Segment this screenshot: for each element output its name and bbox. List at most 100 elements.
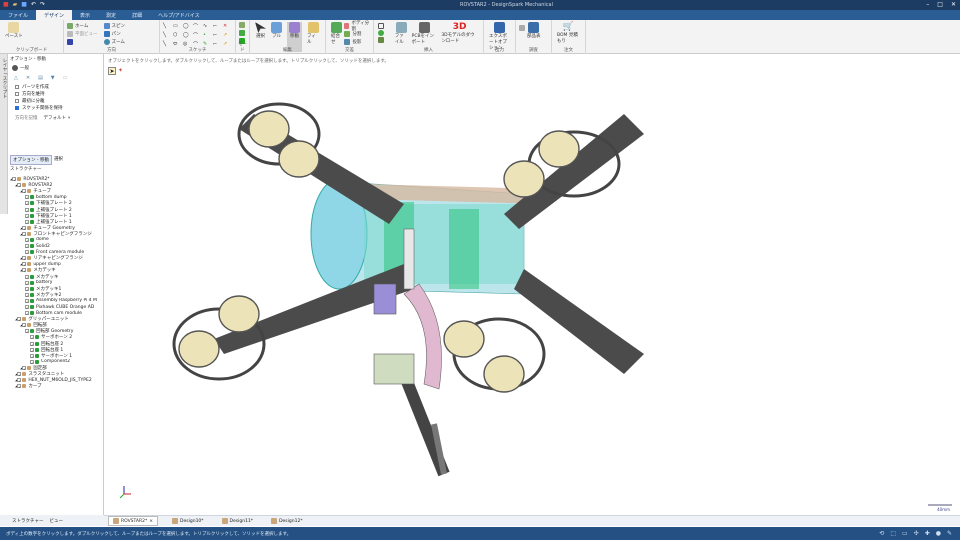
tab-help[interactable]: ヘルプ/アドバイス (150, 10, 208, 20)
visibility-checkbox[interactable]: ✓ (17, 378, 22, 383)
tab-design[interactable]: デザイン (36, 10, 73, 20)
visibility-checkbox[interactable]: ✓ (30, 347, 34, 353)
point-tool-icon[interactable]: • (203, 32, 211, 39)
home-button[interactable]: ホーム (67, 22, 98, 30)
ruler-icon[interactable]: ▤ (38, 75, 43, 81)
redo-icon[interactable]: ↷ (40, 1, 45, 8)
rectangle-tool-icon[interactable]: ▭ (173, 23, 181, 30)
anchor-icon[interactable]: △ (14, 75, 18, 81)
visibility-checkbox[interactable]: ✓ (25, 250, 29, 255)
visibility-checkbox[interactable]: ✓ (25, 329, 29, 334)
polygon-tool-icon[interactable]: ⬡ (173, 32, 181, 39)
axis-icon[interactable] (378, 30, 384, 36)
view-cube-button[interactable] (67, 38, 98, 46)
close-tab-icon[interactable]: × (149, 519, 153, 524)
visibility-checkbox[interactable]: ✓ (22, 365, 27, 371)
visibility-checkbox[interactable]: ✓ (22, 323, 27, 328)
visibility-checkbox[interactable]: ✓ (25, 201, 29, 206)
maintain-orientation-checkbox[interactable]: 方向を維持 (15, 90, 63, 97)
split-body-button[interactable]: ボディ分割 (344, 21, 370, 32)
visibility-checkbox[interactable]: ✓ (25, 195, 29, 200)
tab-display[interactable]: 表示 (72, 10, 98, 20)
visibility-checkbox[interactable]: ✓ (12, 177, 17, 182)
circle-tool-icon[interactable]: ◯ (183, 23, 191, 30)
visibility-checkbox[interactable]: ✓ (25, 244, 29, 249)
visibility-checkbox[interactable]: ✓ (25, 298, 29, 304)
close-icon[interactable]: ✕ (951, 1, 956, 8)
plan-view-button[interactable]: 平面ビュー (67, 30, 98, 38)
detach-first-checkbox[interactable]: 最初に分離 (15, 97, 63, 104)
save-icon[interactable]: ■ (21, 1, 27, 8)
doc-tab-rovstar2[interactable]: ROVSTAR2* × (108, 516, 159, 526)
pan-button[interactable]: パン (103, 30, 126, 38)
visibility-checkbox[interactable]: ✓ (30, 353, 34, 359)
visibility-checkbox[interactable]: ✓ (30, 359, 34, 365)
spin-button[interactable]: スピン (103, 22, 125, 30)
tab-detail[interactable]: 詳細 (124, 10, 150, 20)
corner-tool-icon[interactable]: ⌐ (213, 23, 221, 30)
paste-button[interactable]: ペースト (5, 22, 23, 39)
visibility-checkbox[interactable]: ✓ (22, 231, 27, 237)
visibility-checkbox[interactable]: ✓ (17, 372, 22, 377)
pen-icon[interactable]: ✎ (947, 530, 952, 537)
visibility-checkbox[interactable]: ✓ (22, 256, 27, 261)
create-parts-checkbox[interactable]: パーツを作成 (15, 83, 63, 90)
project-button[interactable]: 投影 (344, 38, 370, 46)
axis-move-icon[interactable]: ✕ (26, 75, 30, 81)
viewport[interactable]: オブジェクトをクリックします。ダブルクリックして、ループまたはループを選択します… (104, 54, 960, 515)
vertical-tab-layers[interactable]: レイヤ / スクリプト (0, 54, 8, 214)
visibility-checkbox[interactable]: ✓ (25, 286, 29, 292)
undo-icon[interactable]: ↶ (31, 1, 36, 8)
visibility-checkbox[interactable]: ✓ (25, 280, 29, 286)
bend-tool-icon[interactable]: ↗ (223, 32, 231, 39)
general-section[interactable]: 一般 (12, 64, 29, 72)
trim-tool-icon[interactable]: ✕ (223, 23, 231, 30)
pattern-icon[interactable]: ▭ (63, 75, 68, 81)
tab-file[interactable]: ファイル (0, 10, 36, 20)
keep-sketch-relations-checkbox[interactable]: スケッチ関係を保持 (15, 104, 63, 111)
tree-item[interactable]: ◢ ✓ フロントキャピングフランジ (10, 231, 104, 237)
line-tool-icon[interactable]: ╲ (163, 23, 171, 30)
pan-icon[interactable]: ✚ (925, 530, 930, 537)
visibility-checkbox[interactable]: ✓ (25, 237, 29, 243)
spline-tool-icon[interactable]: ∿ (203, 23, 211, 30)
rotate-icon[interactable]: ⟲ (879, 530, 884, 537)
visibility-checkbox[interactable]: ✓ (25, 311, 29, 316)
measure-icon[interactable]: ▼ (51, 75, 55, 81)
tab-move-options[interactable]: オプション - 移動 (10, 155, 52, 165)
tab-view[interactable]: ビュー (49, 518, 63, 524)
visibility-checkbox[interactable]: ✓ (22, 262, 27, 267)
zoom-icon[interactable]: ● (936, 530, 941, 537)
plane-icon[interactable] (378, 23, 384, 29)
maximize-icon[interactable]: □ (937, 1, 943, 8)
doc-tab-design11[interactable]: Design11* (218, 517, 258, 525)
visibility-checkbox[interactable]: ✓ (22, 189, 27, 194)
visibility-checkbox[interactable]: ✓ (25, 213, 29, 219)
tab-structure[interactable]: ストラクチャー (12, 518, 43, 524)
box-select-icon[interactable]: ▭ (902, 530, 908, 537)
visibility-checkbox[interactable]: ✓ (25, 292, 29, 298)
visibility-checkbox[interactable]: ✓ (17, 384, 22, 389)
visibility-checkbox[interactable]: ✓ (25, 207, 29, 213)
tab-measure[interactable]: 測定 (98, 10, 124, 20)
sketch-mode-icon[interactable] (239, 22, 245, 28)
visibility-checkbox[interactable]: ✓ (17, 317, 22, 322)
visibility-checkbox[interactable]: ✓ (25, 305, 29, 310)
zoom-button[interactable]: ズーム (103, 38, 126, 46)
circle3-tool-icon[interactable]: ◯ (183, 32, 191, 39)
offset-tool-icon[interactable]: ⌐ (213, 32, 221, 39)
properties-icon[interactable] (519, 25, 525, 31)
section-mode-icon[interactable] (239, 30, 245, 36)
bom-quote-button[interactable]: 🛒 BOM 見積もり (557, 22, 580, 44)
open-icon[interactable]: ▰ (13, 1, 18, 8)
select-mode-icon[interactable]: ⬚ (890, 530, 896, 537)
arc-tool-icon[interactable]: ⌒ (193, 23, 201, 30)
visibility-checkbox[interactable]: ✓ (22, 225, 27, 231)
chevron-down-icon[interactable]: ▾ (68, 116, 70, 121)
visibility-checkbox[interactable]: ✓ (25, 219, 29, 225)
doc-tab-design10[interactable]: Design10* (168, 517, 208, 525)
doc-tab-design12[interactable]: Design12* (267, 517, 307, 525)
visibility-checkbox[interactable]: ✓ (30, 335, 34, 340)
tangent-line-icon[interactable]: ╲ (163, 32, 171, 39)
orientation-icon[interactable]: ✣ (914, 530, 919, 537)
